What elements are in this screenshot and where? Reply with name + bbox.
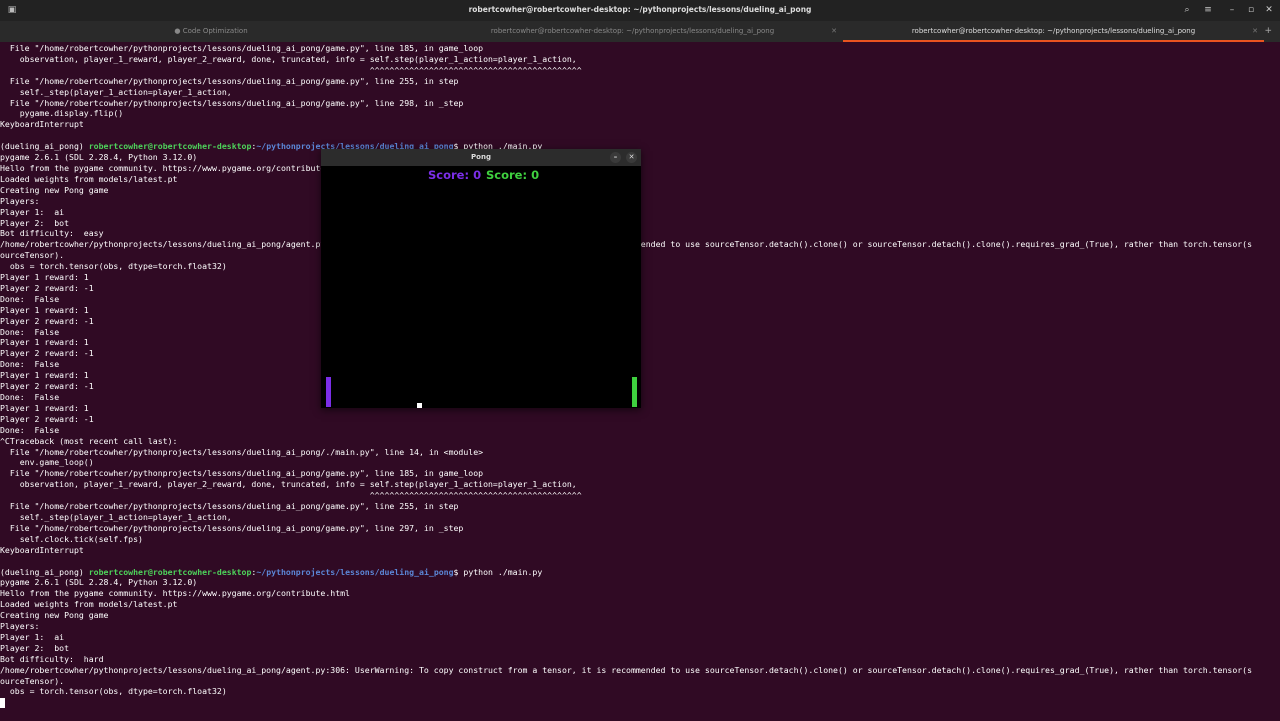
terminal-line: KeyboardInterrupt [0, 544, 84, 555]
pong-title: Pong [471, 153, 491, 161]
maximize-icon[interactable]: ▫ [1244, 3, 1258, 17]
player-1-score: Score: 0 [428, 168, 482, 182]
terminal-line: (dueling_ai_pong) robertcowher@robertcow… [0, 566, 543, 577]
terminal-line: self.clock.tick(self.fps) [0, 533, 143, 544]
tab-label: robertcowher@robertcowher-desktop: ~/pyt… [911, 27, 1196, 35]
window-titlebar: ▣ robertcowher@robertcowher-desktop: ~/p… [0, 0, 1280, 21]
minimize-icon[interactable]: – [610, 152, 621, 163]
pong-titlebar[interactable]: Pong – ✕ [321, 149, 641, 166]
terminal-line: self._step(player_1_action=player_1_acti… [0, 86, 232, 97]
terminal-line: observation, player_1_reward, player_2_r… [0, 53, 577, 64]
hamburger-menu-icon[interactable]: ≡ [1201, 3, 1215, 17]
terminal-line: ourceTensor). [0, 675, 65, 686]
terminal-line: Loaded weights from models/latest.pt [0, 599, 178, 610]
terminal-line: File "/home/robertcowher/pythonprojects/… [0, 446, 484, 457]
close-icon[interactable]: ✕ [831, 21, 837, 41]
terminal-line: File "/home/robertcowher/pythonprojects/… [0, 501, 459, 512]
minimize-icon[interactable]: – [1225, 3, 1239, 17]
pong-ball [417, 403, 422, 408]
terminal-line: Player 1: ai [0, 631, 65, 642]
tab-bar: ● Code Optimization robertcowher@robertc… [0, 21, 1280, 42]
terminal-line: Bot difficulty: hard [0, 653, 104, 664]
window-title: robertcowher@robertcowher-desktop: ~/pyt… [468, 5, 812, 14]
prompt-command: $ python ./main.py [453, 566, 543, 577]
terminal-line: env.game_loop() [0, 457, 94, 468]
tab-terminal-2[interactable]: robertcowher@robertcowher-desktop: ~/pyt… [422, 21, 843, 42]
player-1-paddle [326, 377, 331, 407]
tab-terminal-3[interactable]: robertcowher@robertcowher-desktop: ~/pyt… [843, 21, 1264, 42]
search-icon[interactable]: ⌕ [1180, 3, 1194, 17]
terminal-line: ^^^^^^^^^^^^^^^^^^^^^^^^^^^^^^^^^^^^^^^^… [0, 64, 582, 75]
terminal-line: pygame.display.flip() [0, 108, 124, 119]
terminal-line: obs = torch.tensor(obs, dtype=torch.floa… [0, 686, 227, 697]
terminal-line: Player 2 reward: -1 [0, 413, 94, 424]
terminal-line: self._step(player_1_action=player_1_acti… [0, 511, 232, 522]
terminal-line: Creating new Pong game [0, 610, 109, 621]
tab-label: ● Code Optimization [174, 27, 248, 35]
terminal-line: File "/home/robertcowher/pythonprojects/… [0, 468, 484, 479]
prompt-path: ~/pythonprojects/lessons/dueling_ai_pong [256, 566, 454, 577]
prompt-env: (dueling_ai_pong) [0, 566, 84, 577]
close-icon[interactable]: ✕ [1262, 3, 1276, 17]
terminal-line: ^CTraceback (most recent call last): [0, 435, 178, 446]
tab-code-optimization[interactable]: ● Code Optimization [0, 21, 422, 42]
terminal-line: File "/home/robertcowher/pythonprojects/… [0, 522, 464, 533]
terminal-cursor [0, 698, 5, 709]
close-icon[interactable]: ✕ [1252, 21, 1258, 40]
prompt-user: robertcowher@robertcowher-desktop [88, 141, 252, 152]
terminal-line: ^^^^^^^^^^^^^^^^^^^^^^^^^^^^^^^^^^^^^^^^… [0, 490, 582, 501]
player-2-paddle [632, 377, 637, 407]
pong-game-canvas[interactable]: Score: 0 Score: 0 [321, 166, 641, 408]
close-icon[interactable]: ✕ [626, 152, 637, 163]
terminal-cursor-line [0, 697, 1280, 709]
prompt-env: (dueling_ai_pong) [0, 141, 84, 152]
terminal-line: File "/home/robertcowher/pythonprojects/… [0, 97, 464, 108]
new-tab-icon[interactable]: + [1264, 21, 1272, 41]
terminal-line: pygame 2.6.1 (SDL 2.28.4, Python 3.12.0) [0, 577, 198, 588]
terminal-line: Players: [0, 621, 40, 632]
terminal-line: Player 2: bot [0, 642, 70, 653]
terminal-line: File "/home/robertcowher/pythonprojects/… [0, 43, 484, 53]
terminal-line: Done: False [0, 424, 60, 435]
pong-window[interactable]: Pong – ✕ Score: 0 Score: 0 [321, 149, 641, 408]
prompt-user: robertcowher@robertcowher-desktop [88, 566, 252, 577]
terminal-line: /home/robertcowher/pythonprojects/lesson… [0, 664, 1253, 675]
tab-label: robertcowher@robertcowher-desktop: ~/pyt… [490, 27, 775, 35]
terminal-line: Hello from the pygame community. https:/… [0, 588, 350, 599]
terminal-line: observation, player_1_reward, player_2_r… [0, 479, 577, 490]
terminal-line: KeyboardInterrupt [0, 119, 84, 130]
terminal-line: File "/home/robertcowher/pythonprojects/… [0, 75, 459, 86]
player-2-score: Score: 0 [486, 168, 540, 182]
